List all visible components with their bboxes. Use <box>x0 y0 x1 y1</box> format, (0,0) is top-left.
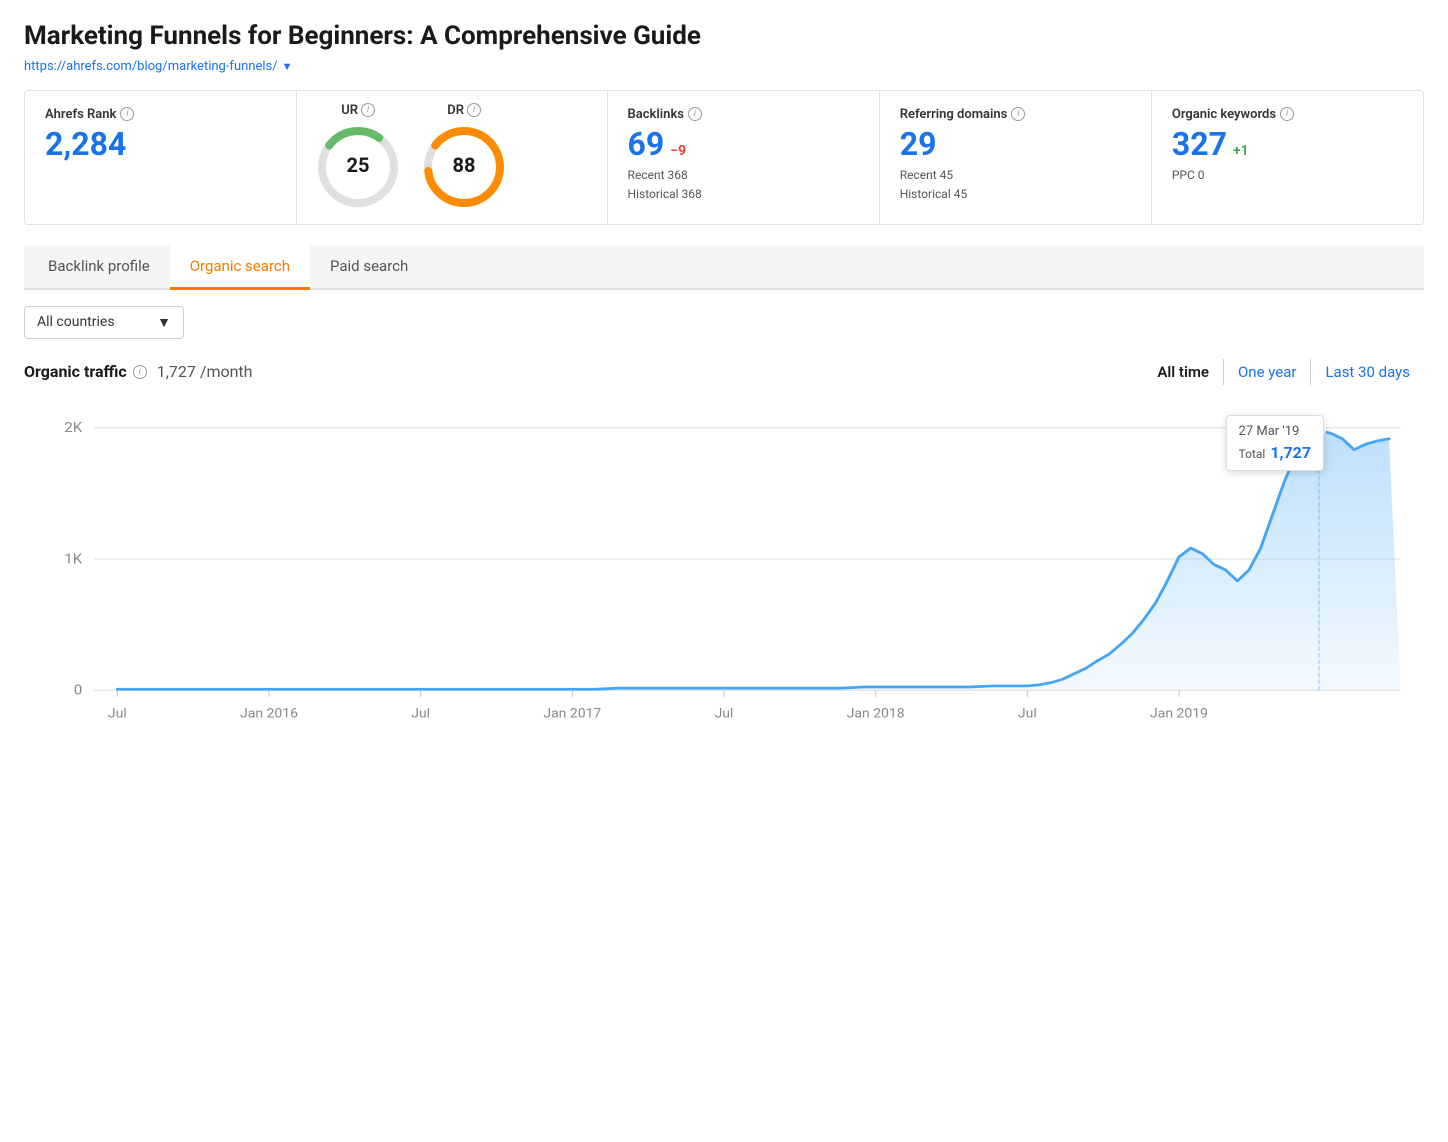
tab-backlink-profile[interactable]: Backlink profile <box>28 245 170 290</box>
tab-organic-search[interactable]: Organic search <box>170 245 310 290</box>
traffic-value: 1,727 /month <box>157 362 253 381</box>
svg-text:1K: 1K <box>64 550 83 567</box>
dr-label: DR i <box>447 103 481 118</box>
referring-domains-label: Referring domains i <box>900 107 1131 122</box>
referring-domains-info-icon[interactable]: i <box>1011 107 1025 121</box>
organic-keywords-value: 327 +1 <box>1172 128 1403 160</box>
gauge-cell: UR i 25 DR i 88 <box>297 91 607 224</box>
backlinks-sub: Recent 368 Historical 368 <box>628 166 859 204</box>
country-selector[interactable]: All countries ▼ <box>24 306 184 339</box>
tab-paid-search[interactable]: Paid search <box>310 245 428 290</box>
metric-organic-keywords: Organic keywords i 327 +1 PPC 0 <box>1152 91 1423 224</box>
svg-text:Jan 2019: Jan 2019 <box>1150 706 1208 721</box>
svg-text:Jul: Jul <box>715 706 734 721</box>
referring-domains-sub: Recent 45 Historical 45 <box>900 166 1131 204</box>
dr-info-icon[interactable]: i <box>467 103 481 117</box>
ur-label: UR i <box>341 103 375 118</box>
svg-text:Jul: Jul <box>1018 706 1037 721</box>
dr-gauge-svg: 88 <box>419 122 509 212</box>
svg-text:Jan 2016: Jan 2016 <box>240 706 298 721</box>
time-filter-one-year[interactable]: One year <box>1223 359 1310 385</box>
ahrefs-rank-value: 2,284 <box>45 128 276 160</box>
content-area: All countries ▼ Organic traffic i 1,727 … <box>24 290 1424 761</box>
country-chevron-icon: ▼ <box>157 314 171 331</box>
ahrefs-rank-info-icon[interactable]: i <box>120 107 134 121</box>
page-url[interactable]: https://ahrefs.com/blog/marketing-funnel… <box>24 59 293 74</box>
backlinks-info-icon[interactable]: i <box>688 107 702 121</box>
svg-text:0: 0 <box>74 681 83 698</box>
svg-text:88: 88 <box>453 153 476 177</box>
svg-text:Jan 2017: Jan 2017 <box>543 706 601 721</box>
ur-gauge-svg: 25 <box>313 122 403 212</box>
backlinks-delta: −9 <box>670 144 686 158</box>
backlinks-value: 69 −9 <box>628 128 859 160</box>
svg-text:Jul: Jul <box>411 706 430 721</box>
svg-text:Jul: Jul <box>108 706 127 721</box>
organic-keywords-delta: +1 <box>1233 144 1249 158</box>
ur-info-icon[interactable]: i <box>361 103 375 117</box>
url-text: https://ahrefs.com/blog/marketing-funnel… <box>24 59 278 74</box>
page-title: Marketing Funnels for Beginners: A Compr… <box>24 20 1424 54</box>
country-label: All countries <box>37 314 115 330</box>
ahrefs-rank-label: Ahrefs Rank i <box>45 107 276 122</box>
svg-text:Jan 2018: Jan 2018 <box>847 706 905 721</box>
referring-domains-value: 29 <box>900 128 1131 160</box>
metric-ahrefs-rank: Ahrefs Rank i 2,284 <box>25 91 297 224</box>
traffic-info-icon[interactable]: i <box>133 365 147 379</box>
metric-referring-domains: Referring domains i 29 Recent 45 Histori… <box>880 91 1152 224</box>
time-filter-last-30[interactable]: Last 30 days <box>1310 359 1424 385</box>
organic-keywords-label: Organic keywords i <box>1172 107 1403 122</box>
organic-keywords-sub: PPC 0 <box>1172 166 1403 185</box>
dr-gauge: DR i 88 <box>419 103 509 212</box>
metric-backlinks: Backlinks i 69 −9 Recent 368 Historical … <box>608 91 880 224</box>
url-chevron-icon: ▼ <box>282 60 293 73</box>
organic-keywords-info-icon[interactable]: i <box>1280 107 1294 121</box>
time-filters: All time One year Last 30 days <box>1143 359 1424 385</box>
chart-container: 2K 1K 0 Jul Jan 2016 Jul Jan 2017 Jul Ja… <box>24 395 1424 745</box>
traffic-chart-svg: 2K 1K 0 Jul Jan 2016 Jul Jan 2017 Jul Ja… <box>24 395 1424 745</box>
svg-text:2K: 2K <box>64 418 83 435</box>
traffic-header: Organic traffic i 1,727 /month All time … <box>24 359 1424 385</box>
tabs-bar: Backlink profile Organic search Paid sea… <box>24 245 1424 290</box>
backlinks-label: Backlinks i <box>628 107 859 122</box>
svg-text:25: 25 <box>347 153 370 177</box>
metrics-bar: Ahrefs Rank i 2,284 UR i 25 <box>24 90 1424 225</box>
time-filter-all-time[interactable]: All time <box>1143 359 1223 385</box>
ur-gauge: UR i 25 <box>313 103 403 212</box>
traffic-label: Organic traffic i <box>24 362 147 381</box>
